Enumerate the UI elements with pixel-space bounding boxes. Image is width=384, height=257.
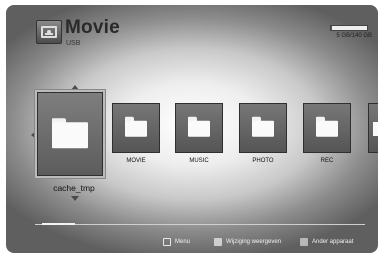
folder-tile-partial[interactable] (368, 103, 378, 153)
folder-label-music: MUSIC (189, 158, 209, 164)
folder-label-movie: MOVIE (126, 158, 146, 164)
folder-icon (125, 116, 147, 137)
blue-key-icon (300, 238, 308, 246)
folder-tile-rec[interactable] (303, 103, 351, 153)
folder-icon (52, 118, 88, 149)
hint-change-view-label: Wijziging weergeven (226, 239, 282, 245)
folder-tile-selected[interactable] (37, 92, 103, 176)
folder-label-rec: REC (320, 158, 334, 164)
hint-menu[interactable]: Menu (163, 238, 190, 246)
device-name: USB (66, 40, 81, 47)
page-title: Movie (65, 17, 120, 38)
page-indicator: 1/7 (42, 216, 49, 222)
folder-tile-music[interactable] (175, 103, 223, 153)
arrow-up-icon[interactable] (71, 85, 79, 90)
page-scrollbar-track (35, 224, 365, 225)
folder-tile-movie[interactable] (112, 103, 160, 153)
folder-icon (373, 122, 378, 136)
folder-icon (252, 116, 274, 137)
storage-capacity-bar (330, 25, 368, 31)
arrow-down-icon[interactable] (71, 196, 79, 201)
hint-change-view[interactable]: Wijziging weergeven (214, 238, 281, 246)
folder-icon (316, 116, 338, 137)
folder-label-photo: PHOTO (252, 158, 274, 164)
selected-folder-label: cache_tmp (53, 183, 95, 193)
hint-other-device-label: Ander apparaat (312, 239, 354, 245)
red-key-icon (214, 238, 222, 246)
movie-film-icon (36, 20, 62, 44)
arrow-left-icon[interactable] (31, 131, 36, 139)
folder-icon (188, 116, 210, 137)
folder-tile-photo[interactable] (239, 103, 287, 153)
page-scrollbar-thumb[interactable] (42, 223, 75, 225)
media-browser-screen: Movie USB 5 GB/140 GB cache_tmp MOVIE MU… (6, 5, 378, 253)
hint-menu-label: Menu (175, 239, 191, 245)
menu-key-icon (163, 238, 171, 246)
storage-capacity-text: 5 GB/140 GB (336, 33, 372, 39)
hint-other-device[interactable]: Ander apparaat (300, 238, 353, 246)
